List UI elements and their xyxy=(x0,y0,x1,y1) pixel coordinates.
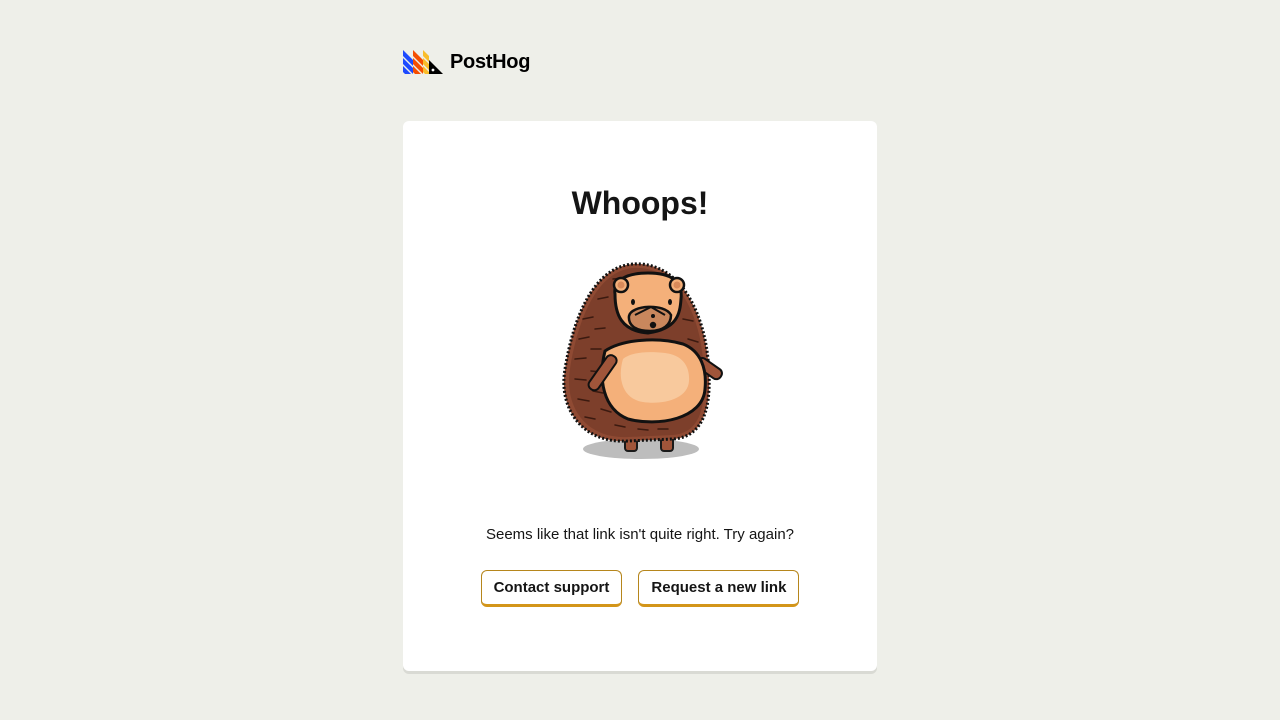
brand-name: PostHog xyxy=(450,51,531,73)
error-card: Whoops! Seems like that link isn't quite… xyxy=(403,121,877,671)
request-new-link-button[interactable]: Request a new link xyxy=(638,570,800,607)
error-message: Seems like that link isn't quite right. … xyxy=(485,526,794,543)
contact-support-button[interactable]: Contact support xyxy=(480,570,623,607)
error-actions: Contact support Request a new link xyxy=(403,570,877,607)
posthog-logo-icon xyxy=(403,50,443,74)
page-title: Whoops! xyxy=(571,185,709,221)
posthog-logo[interactable]: PostHog xyxy=(403,50,530,74)
hedgehog-illustration xyxy=(562,262,723,459)
login-error-page: PostHog Whoops! Seems like that link isn… xyxy=(0,0,1280,720)
